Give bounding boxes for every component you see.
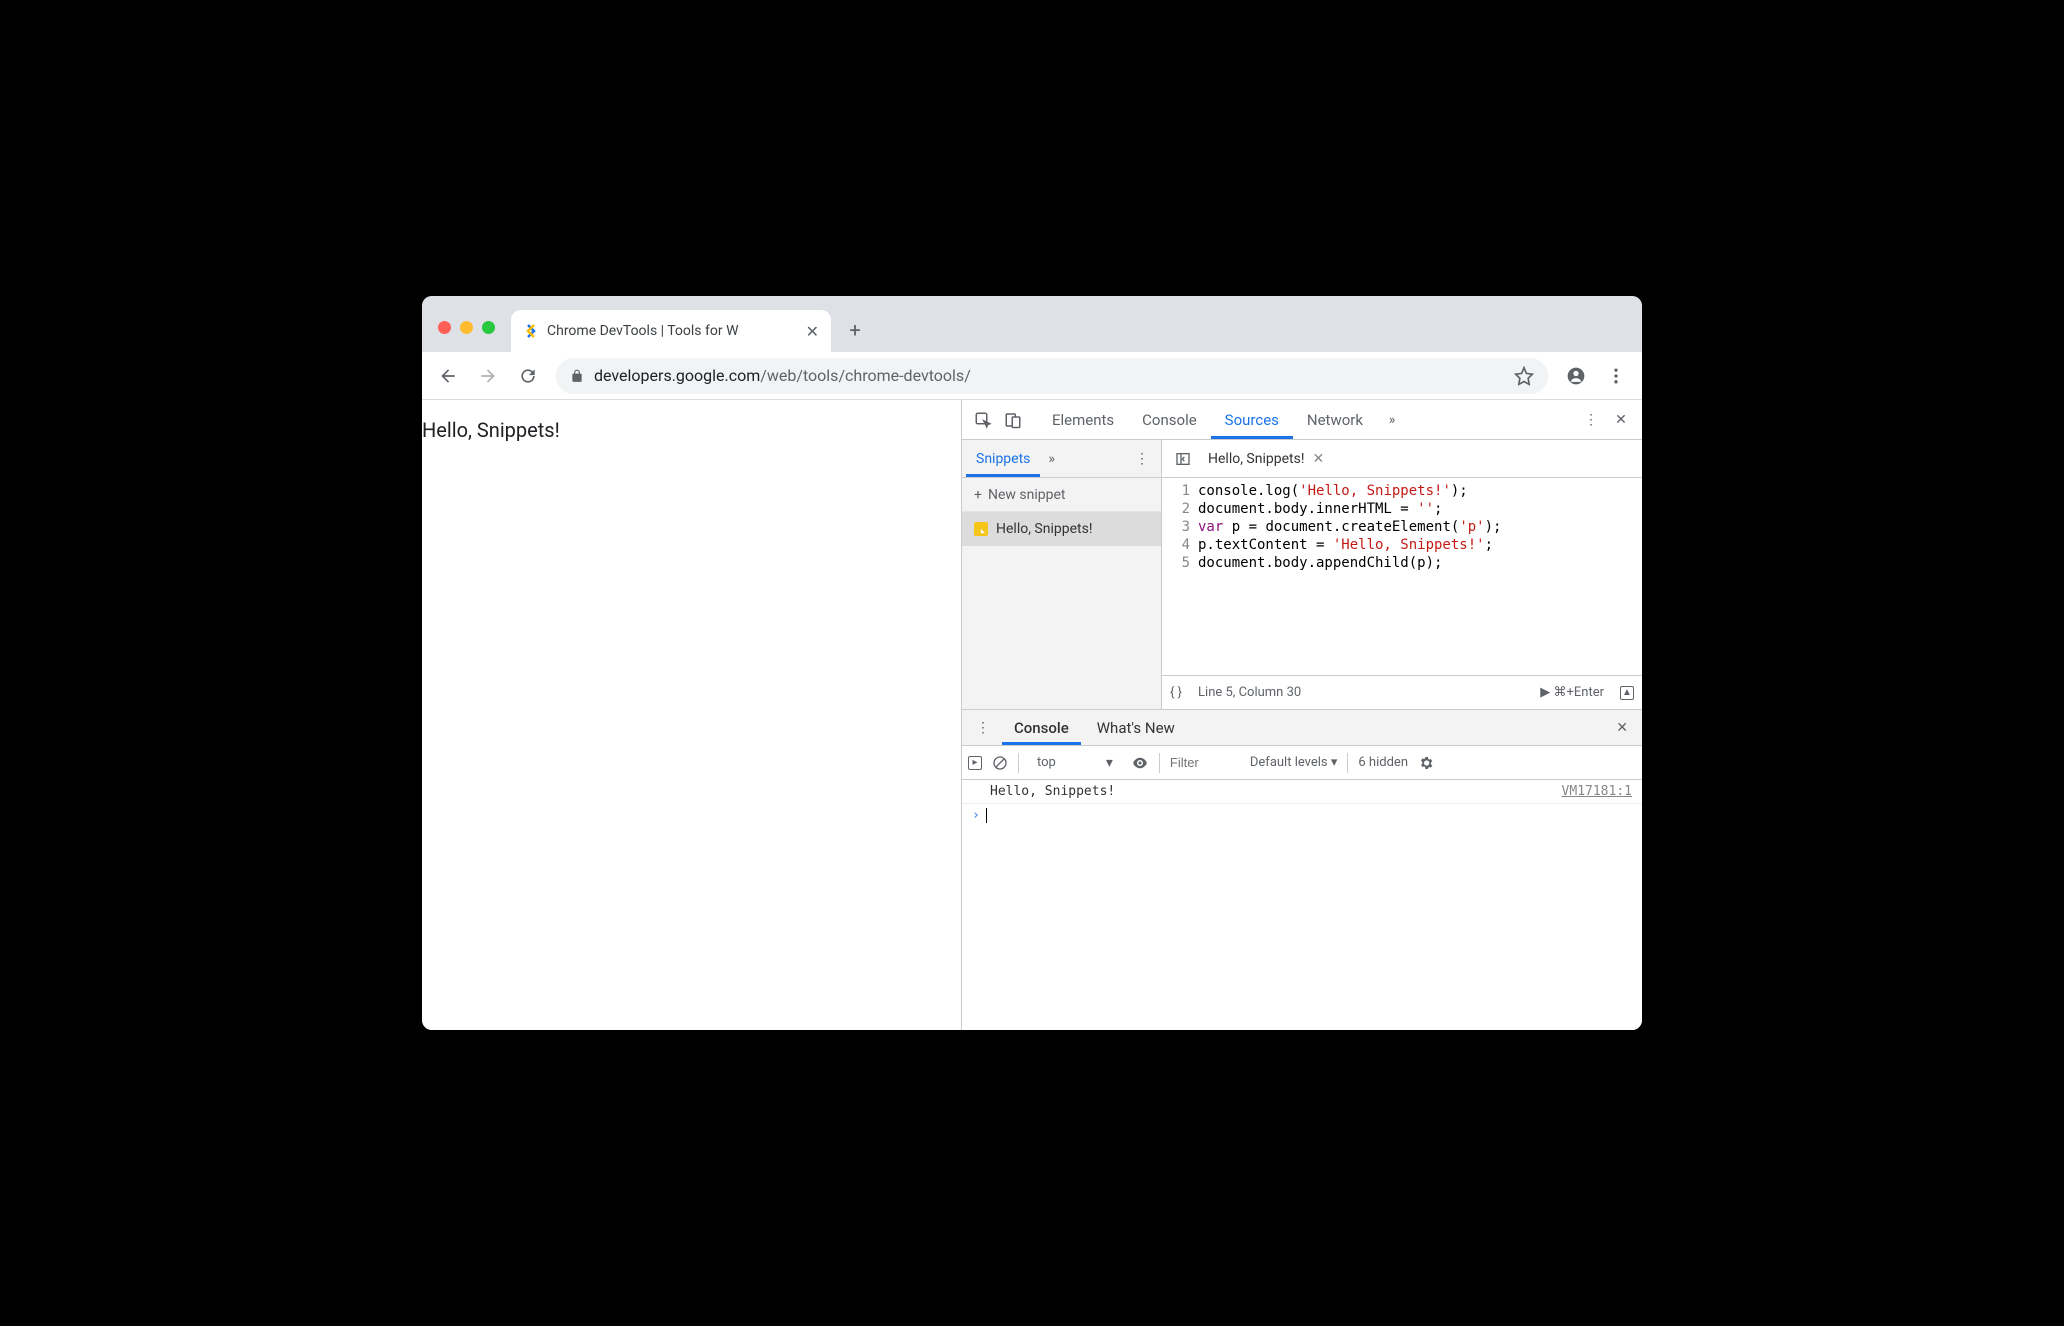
console-toolbar: ▸ top ▾ Default levels ▾ 6 hidden	[962, 746, 1642, 780]
tab-title: Chrome DevTools | Tools for W	[547, 323, 798, 339]
drawer-console-tab[interactable]: Console	[1002, 710, 1081, 745]
format-icon[interactable]: { }	[1170, 685, 1182, 700]
snippets-list: + New snippet Hello, Snippets!	[962, 478, 1161, 709]
toggle-console-sidebar-icon[interactable]: ▸	[968, 756, 982, 770]
live-expression-icon[interactable]	[1131, 754, 1149, 772]
url-text: developers.google.com/web/tools/chrome-d…	[594, 366, 971, 385]
panel-network[interactable]: Network	[1293, 400, 1377, 439]
run-hint: ⌘+Enter	[1554, 685, 1605, 700]
navigator-menu-icon[interactable]: ⋮	[1127, 451, 1157, 467]
forward-button[interactable]	[470, 358, 506, 394]
panel-console[interactable]: Console	[1128, 400, 1211, 439]
new-tab-button[interactable]: +	[841, 316, 869, 344]
address-bar[interactable]: developers.google.com/web/tools/chrome-d…	[556, 358, 1548, 394]
drawer-menu-icon[interactable]: ⋮	[968, 720, 998, 736]
devtools-header: Elements Console Sources Network » ⋮ ✕	[962, 400, 1642, 440]
plus-icon: +	[974, 487, 982, 503]
device-toolbar-icon[interactable]	[998, 411, 1028, 429]
line-gutter: 12345	[1162, 482, 1198, 671]
clear-console-icon[interactable]	[992, 755, 1008, 771]
devtools-favicon-icon	[523, 323, 539, 339]
page-viewport: Hello, Snippets!	[422, 400, 962, 1030]
devtools-drawer: ⋮ Console What's New ✕ ▸ top ▾	[962, 710, 1642, 1030]
log-levels-dropdown[interactable]: Default levels ▾	[1250, 755, 1338, 770]
sources-pane: Snippets » ⋮ + New snippet Hello, Snippe…	[962, 440, 1642, 710]
close-drawer-icon[interactable]: ✕	[1608, 720, 1636, 736]
maximize-window-button[interactable]	[482, 321, 495, 334]
toggle-debugger-icon[interactable]: ▲	[1620, 686, 1634, 700]
log-message: Hello, Snippets!	[972, 784, 1115, 799]
context-selector[interactable]: top ▾	[1029, 753, 1121, 773]
devtools-menu-icon[interactable]: ⋮	[1576, 412, 1606, 428]
snippets-tab[interactable]: Snippets	[966, 440, 1040, 477]
new-snippet-button[interactable]: + New snippet	[962, 478, 1161, 512]
more-navigator-tabs-icon[interactable]: »	[1040, 451, 1063, 467]
snippet-item-label: Hello, Snippets!	[996, 521, 1092, 537]
console-prompt[interactable]: ›	[962, 804, 1642, 827]
console-output: Hello, Snippets! VM17181:1 ›	[962, 780, 1642, 1030]
browser-tab[interactable]: Chrome DevTools | Tools for W ✕	[511, 310, 831, 352]
console-settings-icon[interactable]	[1418, 755, 1434, 771]
browser-toolbar: developers.google.com/web/tools/chrome-d…	[422, 352, 1642, 400]
drawer-tabs: ⋮ Console What's New ✕	[962, 710, 1642, 746]
more-panels-icon[interactable]: »	[1377, 412, 1407, 428]
code-editor[interactable]: 12345 console.log('Hello, Snippets!');do…	[1162, 478, 1642, 675]
new-snippet-label: New snippet	[988, 487, 1066, 503]
back-button[interactable]	[430, 358, 466, 394]
bookmark-star-icon[interactable]	[1514, 366, 1534, 386]
code-lines: console.log('Hello, Snippets!');document…	[1198, 482, 1642, 671]
context-label: top	[1037, 755, 1056, 770]
chevron-down-icon: ▾	[1106, 755, 1113, 771]
editor-file-tab[interactable]: Hello, Snippets! ✕	[1208, 451, 1324, 467]
editor-tabs: Hello, Snippets! ✕	[1162, 440, 1642, 478]
snippet-item[interactable]: Hello, Snippets!	[962, 512, 1161, 546]
toggle-navigator-icon[interactable]	[1168, 451, 1198, 467]
hidden-count[interactable]: 6 hidden	[1358, 755, 1408, 770]
content-area: Hello, Snippets! Elements Console Source…	[422, 400, 1642, 1030]
snippet-file-icon	[974, 522, 988, 536]
browser-window: Chrome DevTools | Tools for W ✕ + develo…	[422, 296, 1642, 1030]
minimize-window-button[interactable]	[460, 321, 473, 334]
browser-menu-button[interactable]	[1598, 358, 1634, 394]
panel-elements[interactable]: Elements	[1038, 400, 1128, 439]
close-window-button[interactable]	[438, 321, 451, 334]
window-controls	[438, 321, 495, 334]
navigator-tabs: Snippets » ⋮	[962, 440, 1161, 478]
navigator-panel: Snippets » ⋮ + New snippet Hello, Snippe…	[962, 440, 1162, 709]
inspect-element-icon[interactable]	[968, 411, 998, 429]
editor-panel: Hello, Snippets! ✕ 12345 console.log('He…	[1162, 440, 1642, 709]
devtools-panel: Elements Console Sources Network » ⋮ ✕ S…	[962, 400, 1642, 1030]
profile-button[interactable]	[1558, 358, 1594, 394]
editor-status-bar: { } Line 5, Column 30 ▶ ⌘+Enter ▲	[1162, 675, 1642, 709]
close-tab-icon[interactable]: ✕	[806, 322, 819, 341]
close-devtools-icon[interactable]: ✕	[1606, 412, 1636, 428]
close-editor-tab-icon[interactable]: ✕	[1312, 451, 1324, 467]
panel-sources[interactable]: Sources	[1211, 400, 1293, 439]
filter-input[interactable]	[1170, 755, 1240, 770]
run-snippet-button[interactable]: ▶ ⌘+Enter	[1540, 685, 1604, 700]
page-text: Hello, Snippets!	[422, 418, 961, 442]
lock-icon	[570, 369, 584, 383]
console-log-row: Hello, Snippets! VM17181:1	[962, 780, 1642, 804]
editor-tab-label: Hello, Snippets!	[1208, 451, 1304, 467]
text-cursor	[986, 808, 987, 823]
tab-strip: Chrome DevTools | Tools for W ✕ +	[422, 296, 1642, 352]
log-source-link[interactable]: VM17181:1	[1562, 784, 1632, 799]
prompt-chevron-icon: ›	[972, 808, 980, 823]
reload-button[interactable]	[510, 358, 546, 394]
drawer-whatsnew-tab[interactable]: What's New	[1085, 710, 1187, 745]
cursor-position: Line 5, Column 30	[1198, 685, 1301, 700]
